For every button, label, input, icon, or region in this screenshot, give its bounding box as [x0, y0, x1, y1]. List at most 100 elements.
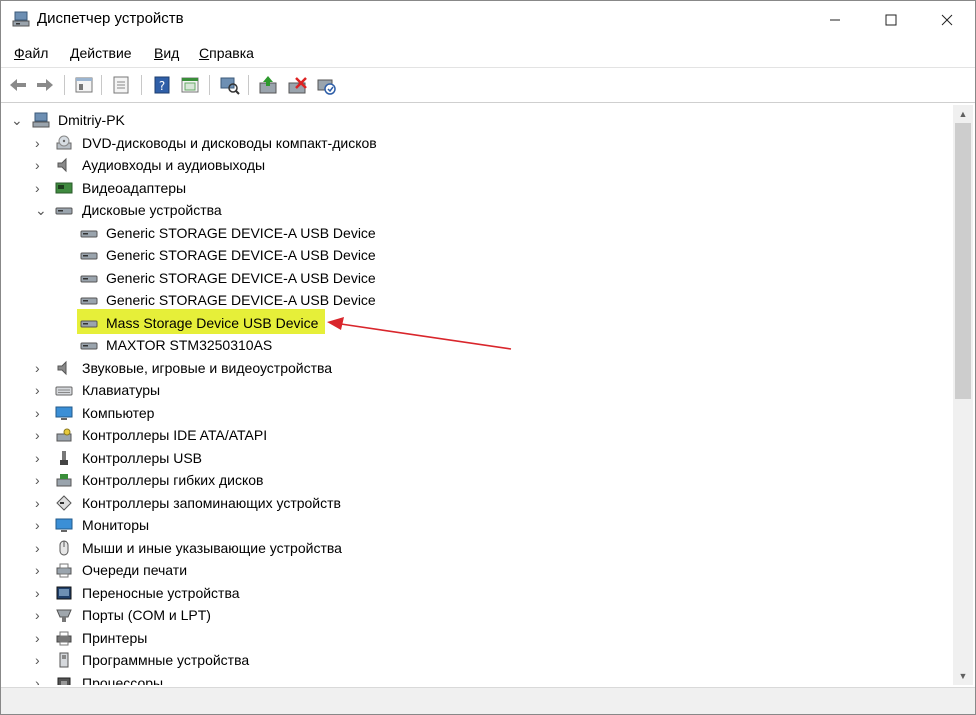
- tree-item[interactable]: › Контроллеры IDE ATA/ATAPI: [5, 424, 945, 446]
- print-queue-icon: [56, 563, 72, 578]
- drive-icon: [80, 297, 98, 305]
- tree-item[interactable]: › Контроллеры гибких дисков: [5, 469, 945, 491]
- tree-item-label: Контроллеры USB: [82, 449, 202, 466]
- menu-help[interactable]: Справка: [199, 45, 254, 61]
- tree-child-item[interactable]: Generic STORAGE DEVICE-A USB Device: [5, 222, 945, 244]
- expand-chevron-icon[interactable]: ›: [35, 450, 47, 466]
- portable-device-icon: [56, 586, 72, 599]
- tree-item-label: Клавиатуры: [82, 382, 161, 398]
- tree-child-item[interactable]: Mass Storage Device USB Device: [5, 312, 945, 334]
- device-tree[interactable]: ⌄ Dmitriy-PK › DVD-дисководы и дисководы …: [5, 105, 953, 685]
- expand-chevron-icon[interactable]: ›: [35, 427, 47, 443]
- toolbar-separator: [64, 75, 65, 95]
- sound-icon: [57, 360, 67, 375]
- tree-item-label: Generic STORAGE DEVICE-A USB Device: [106, 247, 376, 263]
- menu-file[interactable]: Файл: [14, 45, 48, 61]
- help-icon[interactable]: ?: [151, 74, 173, 96]
- menu-action-label: ействие: [79, 45, 132, 61]
- update-driver-icon[interactable]: [257, 74, 279, 96]
- processor-icon: [57, 677, 71, 685]
- tree-item[interactable]: › Аудиовходы и аудиовыходы: [5, 154, 945, 176]
- menu-bar: Файл Действие Вид Справка: [1, 41, 975, 65]
- tree-item-label: Звуковые, игровые и видеоустройства: [82, 359, 333, 376]
- tree-item-label: DVD-дисководы и дисководы компакт-дисков: [82, 134, 377, 151]
- tree-item-label: Контроллеры гибких дисков: [82, 472, 264, 488]
- tree-item[interactable]: ⌄ Дисковые устройства: [5, 199, 945, 221]
- expand-chevron-icon[interactable]: ›: [35, 472, 47, 488]
- tree-item[interactable]: › Клавиатуры: [5, 379, 945, 401]
- menu-view-label: ид: [163, 45, 180, 61]
- tree-item[interactable]: › Контроллеры USB: [5, 447, 945, 469]
- properties-icon[interactable]: [73, 74, 95, 96]
- menu-action[interactable]: Действие: [70, 45, 132, 61]
- tree-item[interactable]: › Переносные устройства: [5, 582, 945, 604]
- close-button[interactable]: [919, 1, 975, 39]
- scroll-down-icon[interactable]: ▼: [953, 667, 973, 685]
- tree-item[interactable]: › Звуковые, игровые и видеоустройства: [5, 357, 945, 379]
- expand-chevron-icon[interactable]: ›: [35, 180, 47, 196]
- tree-item[interactable]: › Процессоры: [5, 672, 945, 686]
- back-icon[interactable]: [7, 74, 29, 96]
- menu-view[interactable]: Вид: [154, 45, 179, 61]
- tree-item-label: Дисковые устройства: [82, 202, 222, 218]
- tree-child-item[interactable]: Generic STORAGE DEVICE-A USB Device: [5, 267, 945, 289]
- tree-item-label: MAXTOR STM3250310AS: [106, 337, 273, 353]
- expand-chevron-icon[interactable]: ›: [35, 630, 47, 646]
- title-bar[interactable]: Диспетчер устройств: [1, 1, 975, 39]
- scroll-thumb[interactable]: [955, 123, 971, 399]
- expand-chevron-icon[interactable]: ›: [35, 495, 47, 511]
- tree-item-label: Принтеры: [82, 629, 148, 646]
- collapse-chevron-icon[interactable]: ⌄: [35, 202, 47, 218]
- maximize-button[interactable]: [863, 1, 919, 39]
- expand-chevron-icon[interactable]: ›: [35, 585, 47, 601]
- tree-child-item[interactable]: Generic STORAGE DEVICE-A USB Device: [5, 244, 945, 266]
- toolbar-separator: [209, 75, 210, 95]
- scroll-up-icon[interactable]: ▲: [953, 105, 973, 123]
- menu-file-label: айл: [24, 45, 49, 61]
- tree-item[interactable]: › Порты (COM и LPT): [5, 604, 945, 626]
- expand-chevron-icon[interactable]: ›: [35, 135, 47, 151]
- tree-item[interactable]: › Мыши и иные указывающие устройства: [5, 537, 945, 559]
- uninstall-icon[interactable]: [286, 74, 308, 96]
- tree-item[interactable]: › Мониторы: [5, 514, 945, 536]
- forward-icon[interactable]: [34, 74, 56, 96]
- expand-chevron-icon[interactable]: ›: [35, 652, 47, 668]
- tree-item[interactable]: › Компьютер: [5, 402, 945, 424]
- floppy-controller-icon: [56, 474, 72, 487]
- tree-item[interactable]: › DVD-дисководы и дисководы компакт-диско…: [5, 132, 945, 154]
- expand-chevron-icon[interactable]: ›: [35, 675, 47, 686]
- tree-item-label: Компьютер: [82, 404, 155, 421]
- tree-item[interactable]: › Принтеры: [5, 627, 945, 649]
- vertical-scrollbar[interactable]: ▲ ▼: [953, 105, 973, 685]
- tree-item-label: Видеоадаптеры: [82, 179, 187, 196]
- tree-root[interactable]: ⌄ Dmitriy-PK: [5, 109, 945, 131]
- disable-icon[interactable]: [315, 74, 337, 96]
- expand-chevron-icon[interactable]: ›: [35, 360, 47, 376]
- minimize-button[interactable]: [807, 1, 863, 39]
- expand-chevron-icon[interactable]: ›: [35, 382, 47, 398]
- expand-chevron-icon[interactable]: ›: [35, 405, 47, 421]
- tree-child-item[interactable]: MAXTOR STM3250310AS: [5, 334, 945, 356]
- tree-item[interactable]: › Видеоадаптеры: [5, 177, 945, 199]
- tree-item[interactable]: › Очереди печати: [5, 559, 945, 581]
- collapse-chevron-icon[interactable]: ⌄: [11, 112, 23, 128]
- toolbar-separator: [248, 75, 249, 95]
- expand-chevron-icon[interactable]: ›: [35, 540, 47, 556]
- expand-chevron-icon[interactable]: ›: [35, 607, 47, 623]
- tree-item[interactable]: › Программные устройства: [5, 649, 945, 671]
- expand-chevron-icon[interactable]: ›: [35, 562, 47, 578]
- show-hidden-icon[interactable]: [110, 74, 132, 96]
- expand-chevron-icon[interactable]: ›: [35, 517, 47, 533]
- tree-item-label: Переносные устройства: [82, 584, 240, 601]
- display-adapter-icon: [55, 182, 73, 193]
- scan-hardware-icon[interactable]: [218, 74, 240, 96]
- tree-item-label: Mass Storage Device USB Device: [106, 314, 319, 331]
- tree-item[interactable]: › Контроллеры запоминающих устройств: [5, 492, 945, 514]
- expand-chevron-icon[interactable]: ›: [35, 157, 47, 173]
- status-bar: [1, 687, 975, 714]
- tree-item-label: Мониторы: [82, 517, 150, 533]
- menu-help-label: правка: [209, 45, 254, 61]
- resources-icon[interactable]: [179, 74, 201, 96]
- minimize-icon: [830, 19, 840, 21]
- speaker-icon: [57, 157, 67, 173]
